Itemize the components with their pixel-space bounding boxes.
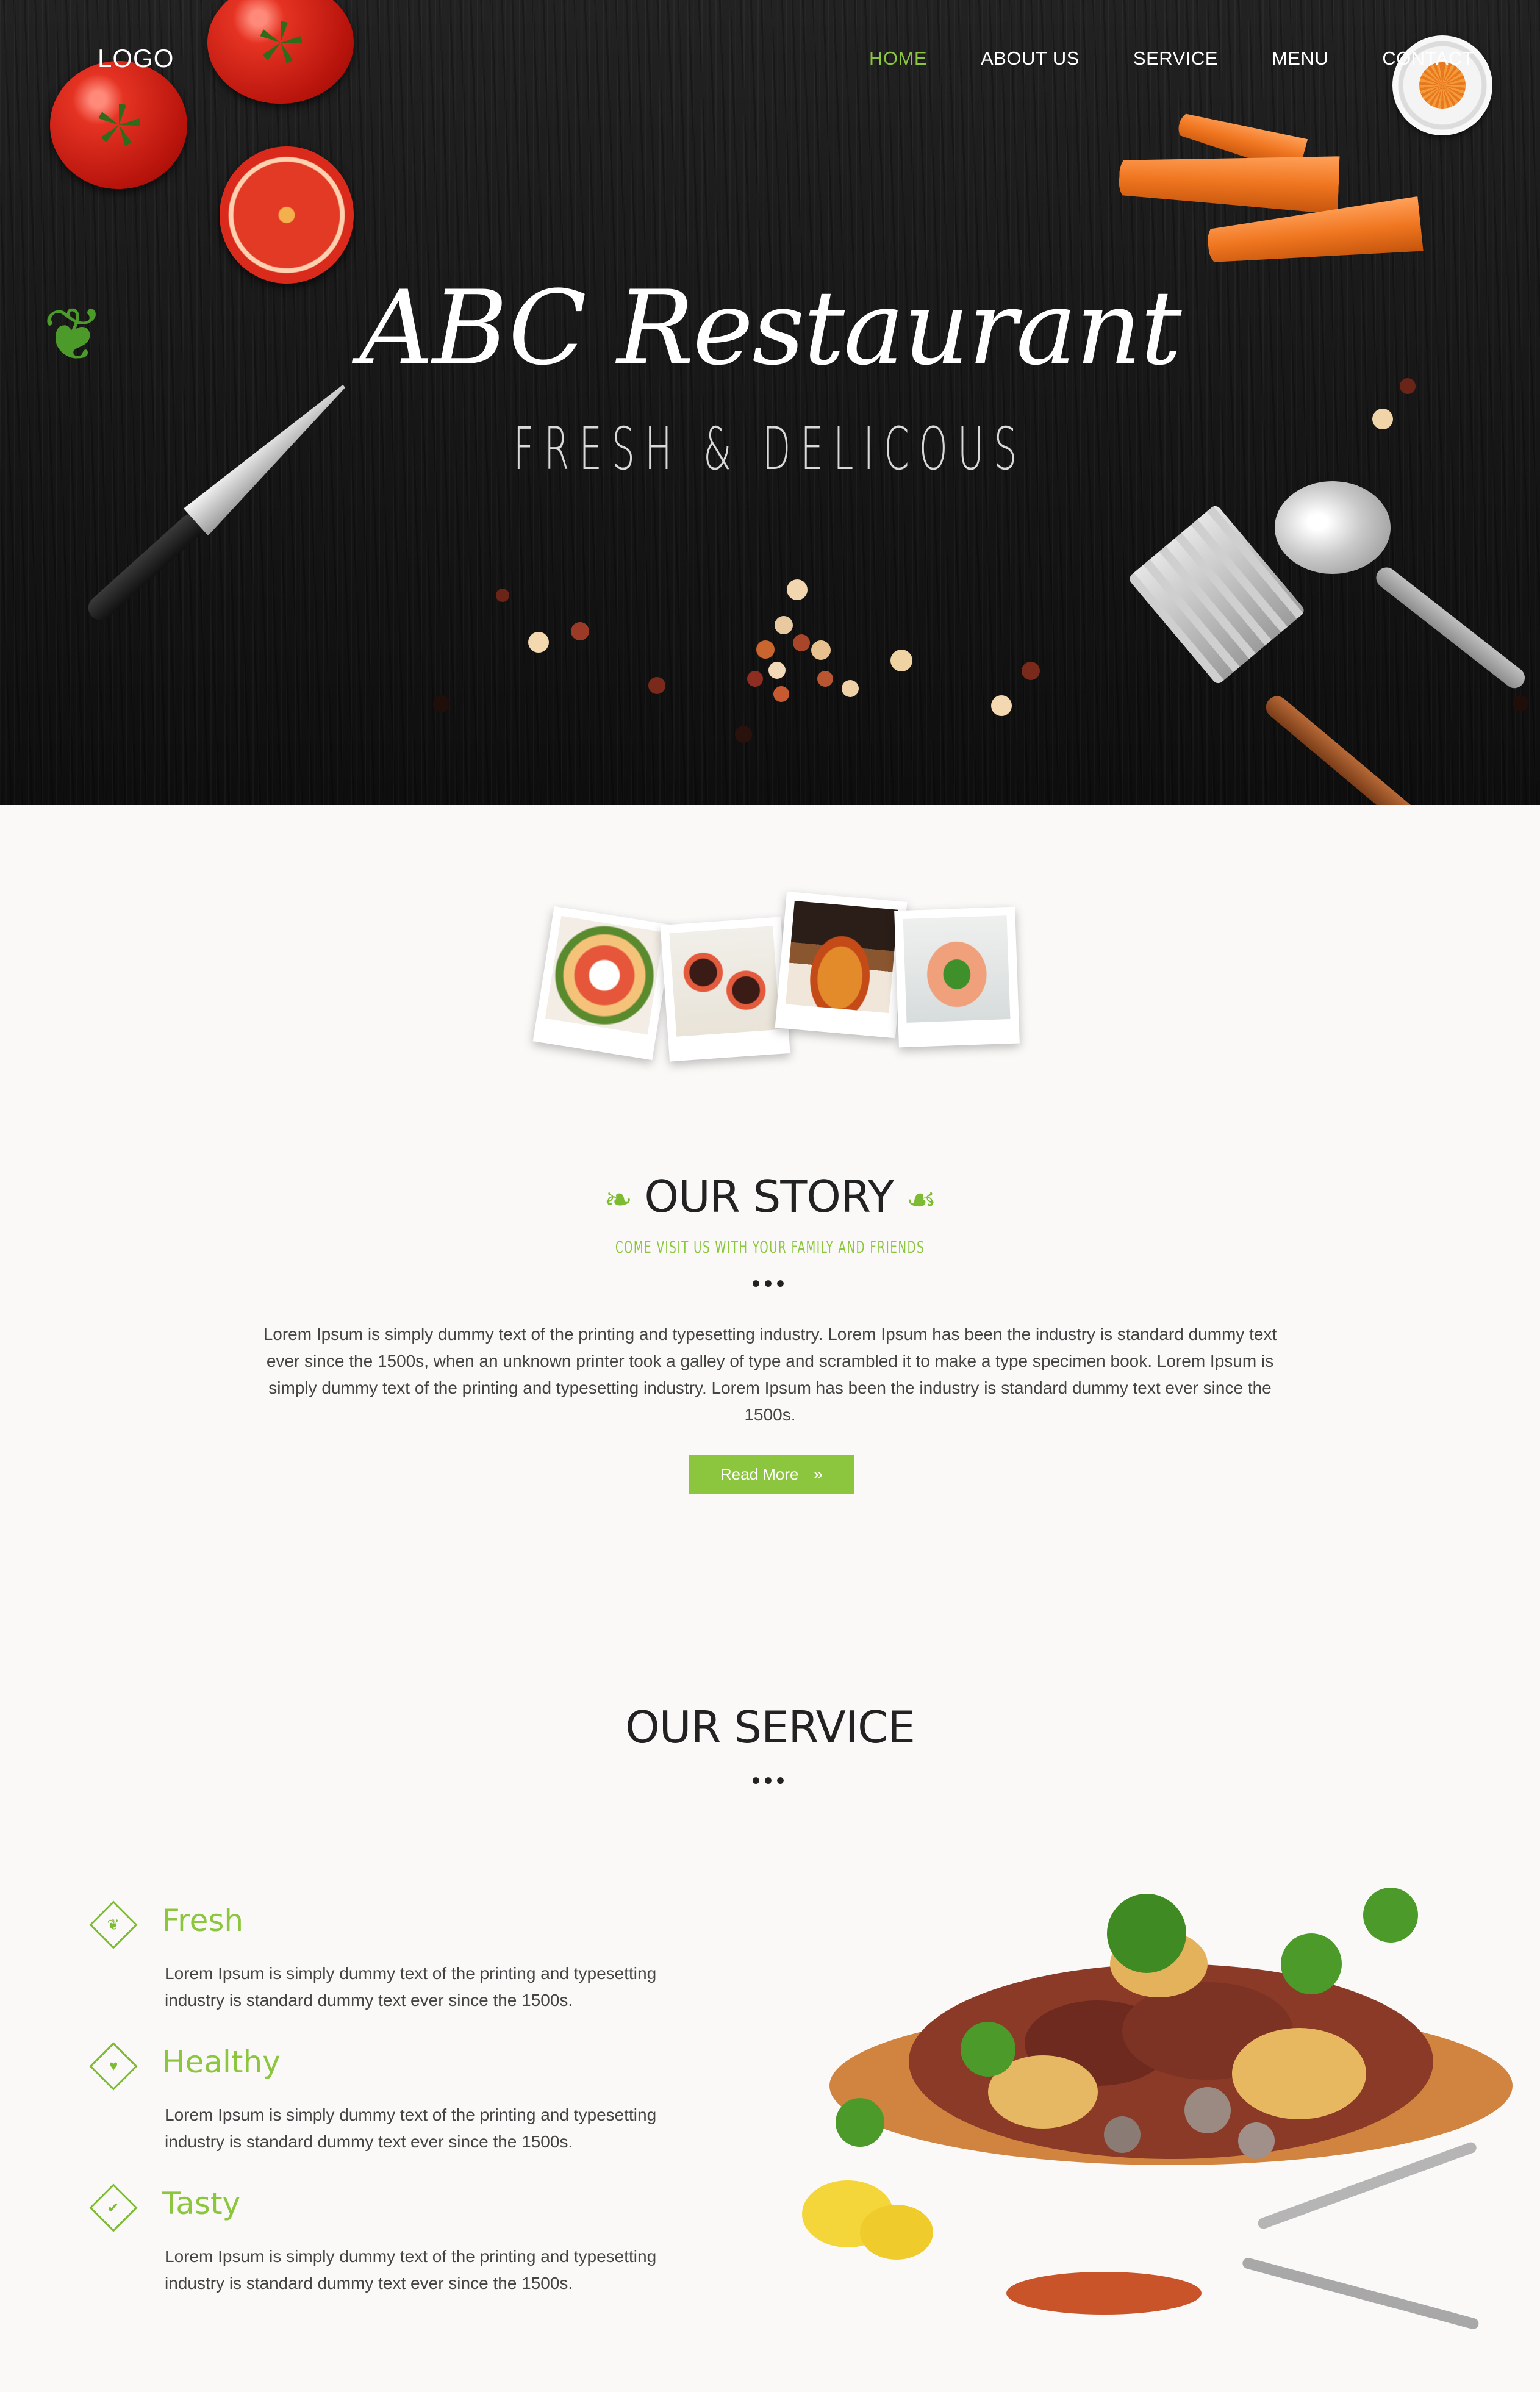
peppercorn [768,662,786,679]
peppercorn [528,632,549,653]
service-title: OUR SERVICE [625,1702,915,1753]
story-dots-divider: ••• [751,1270,789,1297]
leaf-icon: ❦ [89,1900,138,1949]
peppercorn [890,650,912,671]
peppercorn [787,579,808,600]
nav-contact[interactable]: CONTACT [1382,48,1474,70]
leaf-right-icon: ☙ [906,1180,936,1220]
hero-banner: ❦ LOGO HOME ABOUT US SERVICE MENU CONTAC… [0,0,1540,805]
peppercorn [571,622,589,640]
peppercorn [842,680,859,697]
spatula-handle [1261,692,1435,805]
service-item-text: Lorem Ipsum is simply dummy text of the … [165,1964,657,2010]
peppercorn [811,640,831,660]
steak-dish-image [781,1878,1525,2342]
logo[interactable]: LOGO [98,44,174,73]
double-chevron-right-icon: » [813,1464,823,1483]
read-more-button[interactable]: Read More » [689,1455,854,1494]
peppercorn [775,616,793,634]
peppercorn [991,695,1012,716]
tomato-image [50,61,187,189]
peppercorn [773,686,789,702]
peppercorn [1372,409,1393,429]
knife-image [79,374,357,629]
hero-title: ABC Restaurant [359,268,1181,388]
service-item-title: Tasty [162,2186,241,2221]
peppercorn [756,640,775,659]
read-more-label: Read More [720,1464,799,1483]
nav-menu[interactable]: MENU [1272,48,1328,70]
tomato-slice-image [220,146,354,284]
food-photo [660,917,790,1062]
peppercorn [433,695,450,712]
leaf-left-icon: ❧ [604,1180,632,1220]
nav-home[interactable]: HOME [869,48,927,70]
peppercorn [1400,378,1416,394]
spoon-handle [1372,563,1529,693]
story-text: Lorem Ipsum is simply dummy text of the … [263,1325,1277,1424]
peppercorn [817,671,833,687]
main-nav: HOME ABOUT US SERVICE MENU CONTACT [869,48,1528,70]
nav-service[interactable]: SERVICE [1133,48,1218,70]
service-item-title: Fresh [162,1903,244,1938]
service-item-text: Lorem Ipsum is simply dummy text of the … [165,2247,657,2293]
service-dots-divider: ••• [751,1767,789,1794]
food-photo [532,906,674,1061]
peppercorn [648,677,665,694]
food-photo [775,891,908,1039]
hero-subtitle: FRESH & DELICOUS [513,415,1027,483]
service-item-text: Lorem Ipsum is simply dummy text of the … [165,2105,657,2151]
story-title: ❧ OUR STORY ☙ [0,1171,1540,1222]
food-photo-collage [531,890,1020,1073]
peppercorn [793,634,810,651]
story-title-text: OUR STORY [644,1171,894,1222]
peppercorn [747,671,763,687]
heart-icon: ♥ [89,2042,138,2091]
story-subtitle: COME VISIT US WITH YOUR FAMILY AND FRIEN… [615,1238,925,1257]
peppercorn [735,726,752,743]
food-photo [894,906,1020,1048]
peppercorn [1513,695,1528,711]
peppercorn [496,589,509,602]
thumbs-up-icon: ✔ [89,2183,138,2232]
tomato-image [207,0,354,104]
peppercorn [1022,662,1040,680]
carrot-image [1118,149,1339,215]
service-item-title: Healthy [162,2044,281,2080]
nav-about-us[interactable]: ABOUT US [981,48,1080,70]
